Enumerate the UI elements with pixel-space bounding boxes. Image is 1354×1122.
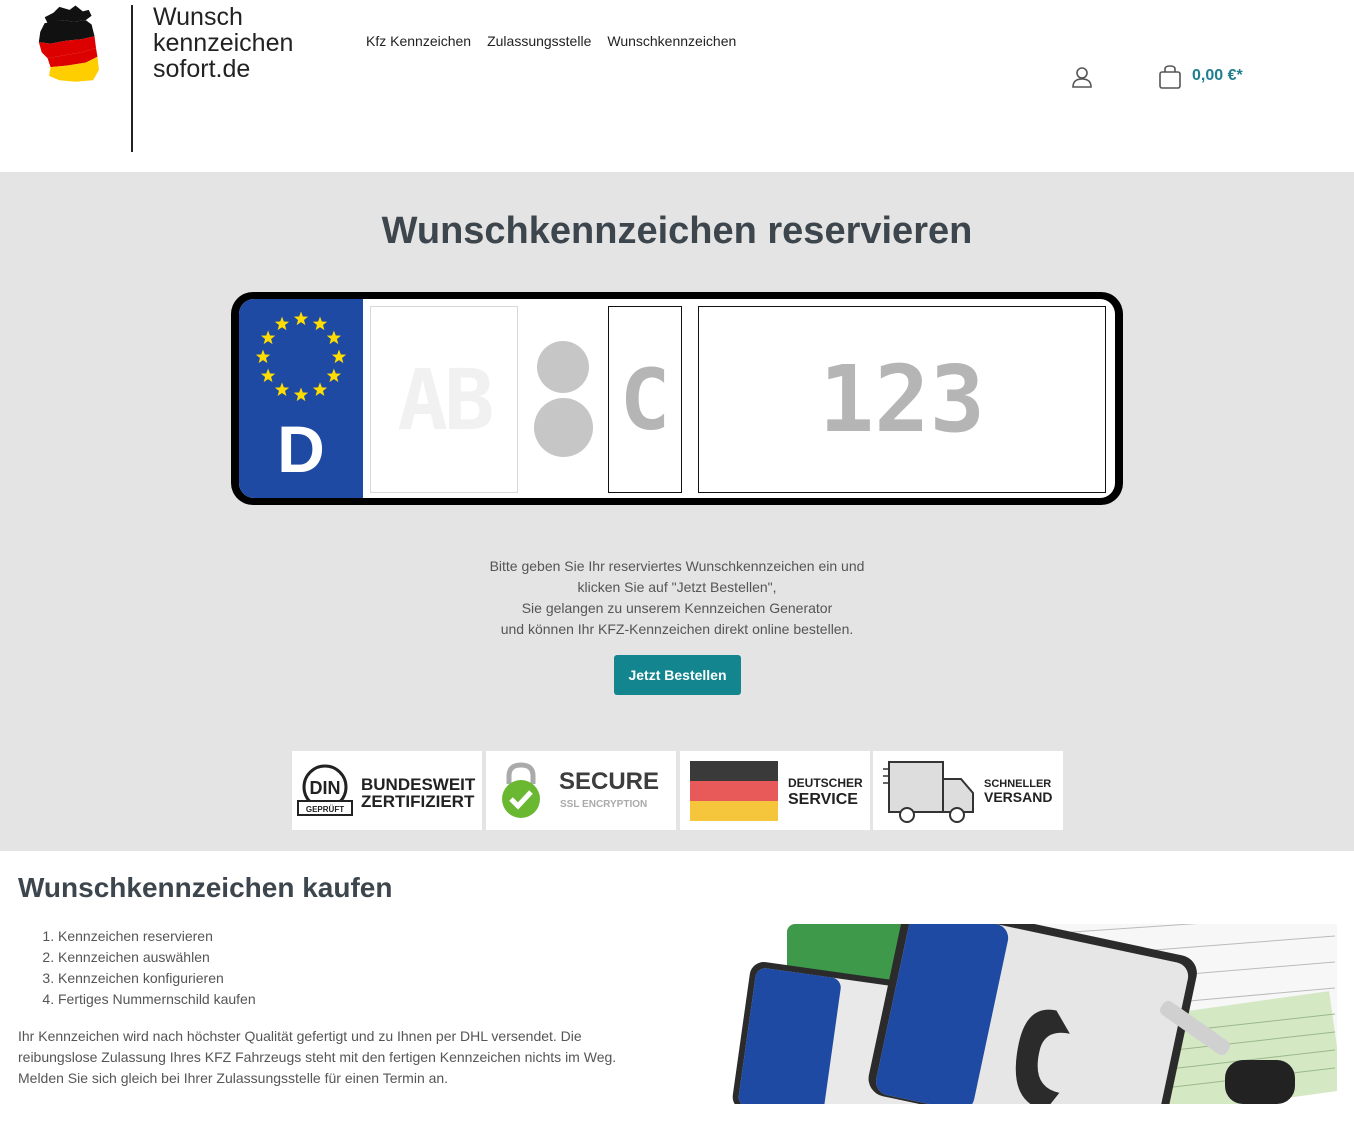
- badge-line: ZERTIFIZIERT: [361, 792, 475, 811]
- info-paragraph: Ihr Kennzeichen wird nach höchster Quali…: [18, 1026, 668, 1089]
- country-code: D: [277, 412, 325, 486]
- description-line: klicken Sie auf "Jetzt Bestellen",: [577, 579, 777, 595]
- list-item: Kennzeichen konfigurieren: [58, 968, 256, 989]
- eu-star-icon: [312, 316, 328, 331]
- eu-band: D: [239, 299, 363, 498]
- eu-star-icon: [293, 311, 309, 326]
- badge-german-service: DEUTSCHER SERVICE: [680, 751, 870, 830]
- din-subtitle: GEPRÜFT: [306, 805, 344, 814]
- logo-line: kennzeichen: [153, 29, 294, 57]
- list-item: Kennzeichen auswählen: [58, 947, 256, 968]
- paragraph-line: reibungslose Zulassung Ihres KFZ Fahrzeu…: [18, 1049, 617, 1065]
- site-header: Wunsch kennzeichen sofort.de Kfz Kennzei…: [0, 0, 1354, 172]
- steps-list: Kennzeichen reservieren Kennzeichen ausw…: [58, 926, 256, 1010]
- eu-star-icon: [274, 382, 290, 396]
- badge-secure-title: SECURE: [559, 768, 660, 795]
- logo-wordmark: Wunsch kennzeichen sofort.de: [153, 4, 293, 82]
- list-item: Fertiges Nummernschild kaufen: [58, 989, 256, 1010]
- shopping-bag-icon[interactable]: [1157, 64, 1183, 90]
- city-code-field[interactable]: AB: [370, 306, 518, 493]
- nav-wunschkennzeichen[interactable]: Wunschkennzeichen: [607, 33, 736, 49]
- numbers-field[interactable]: 123: [698, 306, 1106, 493]
- din-certified-icon: DIN GEPRÜFT: [297, 764, 353, 816]
- badge-din-text: BUNDESWEIT ZERTIFIZIERT: [361, 776, 475, 810]
- eu-star-icon: [326, 368, 342, 383]
- padlock-check-icon: [502, 762, 540, 818]
- cart-total[interactable]: 0,00 €*: [1192, 67, 1243, 85]
- license-plates-photo: [732, 924, 1337, 1104]
- description-line: und können Ihr KFZ-Kennzeichen direkt on…: [500, 621, 854, 637]
- german-flag-icon: [690, 761, 778, 821]
- hero-section: Wunschkennzeichen reservieren D AB C 123…: [0, 172, 1354, 851]
- registration-seal: [537, 341, 589, 393]
- info-title: Wunschkennzeichen kaufen: [18, 872, 393, 903]
- eu-star-icon: [274, 316, 290, 331]
- list-item: Kennzeichen reservieren: [58, 926, 256, 947]
- badge-line: BUNDESWEIT: [361, 775, 476, 794]
- nav-kfz-kennzeichen[interactable]: Kfz Kennzeichen: [366, 33, 471, 49]
- eu-star-icon: [260, 330, 276, 345]
- logo-line: Wunsch: [153, 3, 243, 31]
- eu-star-icon: [326, 330, 342, 345]
- eu-star-icon: [312, 382, 328, 396]
- logo-line: sofort.de: [153, 55, 251, 83]
- plate-surface: D AB C 123: [239, 299, 1115, 498]
- eu-star-icon: [331, 349, 347, 364]
- order-now-button[interactable]: Jetzt Bestellen: [614, 655, 741, 695]
- eu-stars-icon: [255, 311, 347, 402]
- hero-description: Bitte geben Sie Ihr reserviertes Wunschk…: [377, 556, 977, 640]
- logo-divider: [131, 5, 133, 152]
- eu-star-icon: [255, 349, 271, 364]
- germany-map-logo-icon: [38, 5, 99, 82]
- badge-din-certified: DIN GEPRÜFT BUNDESWEIT ZERTIFIZIERT: [292, 751, 482, 830]
- main-nav: Kfz Kennzeichen Zulassungsstelle Wunschk…: [366, 33, 736, 49]
- account-icon[interactable]: [1070, 65, 1094, 89]
- badge-ssl-secure: SECURE SSL ENCRYPTION: [486, 751, 676, 830]
- paragraph-line: Ihr Kennzeichen wird nach höchster Quali…: [18, 1028, 582, 1044]
- license-plate-input: D AB C 123: [231, 292, 1123, 505]
- badge-fast-shipping: SCHNELLER VERSAND: [873, 751, 1063, 830]
- description-line: Bitte geben Sie Ihr reserviertes Wunschk…: [489, 558, 865, 574]
- badge-service-line2: SERVICE: [788, 791, 858, 808]
- eu-star-icon: [260, 368, 276, 383]
- hero-title: Wunschkennzeichen reservieren: [381, 210, 973, 252]
- delivery-truck-icon: [883, 761, 974, 823]
- inspection-seal: [534, 398, 593, 457]
- eu-star-icon: [293, 387, 309, 402]
- badge-secure-subtitle: SSL ENCRYPTION: [560, 799, 648, 810]
- badge-service-line1: DEUTSCHER: [788, 776, 863, 790]
- paragraph-line: Melden Sie sich gleich bei Ihrer Zulassu…: [18, 1070, 449, 1086]
- description-line: Sie gelangen zu unserem Kennzeichen Gene…: [521, 600, 833, 616]
- nav-zulassungsstelle[interactable]: Zulassungsstelle: [487, 33, 591, 49]
- din-mark: DIN: [310, 778, 341, 798]
- badge-shipping-line2: VERSAND: [984, 789, 1053, 805]
- letters-field[interactable]: C: [608, 306, 682, 493]
